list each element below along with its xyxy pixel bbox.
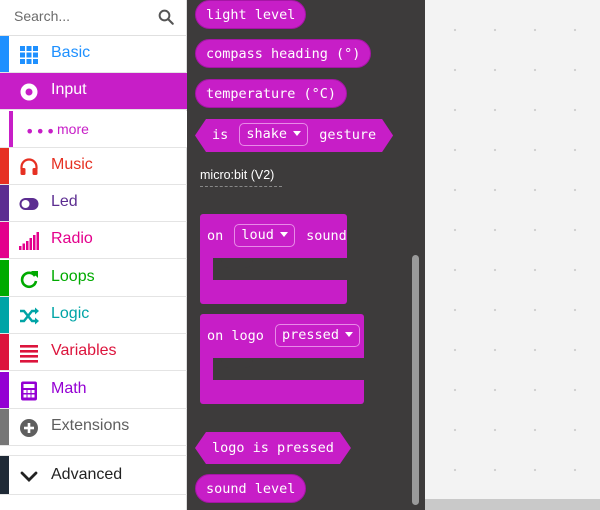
category-input[interactable]: Input bbox=[0, 73, 187, 110]
category-advanced[interactable]: Advanced bbox=[0, 455, 187, 495]
plus-circle-icon bbox=[20, 419, 38, 437]
category-stripe bbox=[9, 111, 13, 147]
category-label: Loops bbox=[51, 268, 95, 285]
caret-down-icon bbox=[344, 332, 353, 337]
caret-down-icon bbox=[279, 232, 288, 237]
workspace-horizontal-scrollbar[interactable] bbox=[425, 499, 600, 510]
category-stripe bbox=[0, 456, 9, 494]
list-icon bbox=[20, 345, 38, 363]
category-label: more bbox=[57, 121, 89, 137]
block-text: on bbox=[207, 228, 224, 244]
grid-icon bbox=[20, 46, 38, 64]
block-header: on loud sound bbox=[200, 214, 347, 258]
calculator-icon bbox=[21, 381, 37, 401]
chevron-down-icon bbox=[20, 471, 38, 482]
block-text: temperature (°C) bbox=[206, 86, 337, 102]
dropdown-value: pressed bbox=[282, 326, 339, 343]
headphones-icon bbox=[20, 158, 38, 175]
category-label: Advanced bbox=[51, 466, 123, 483]
search-input[interactable]: Search... bbox=[14, 8, 70, 24]
category-label: Basic bbox=[51, 44, 91, 61]
search-icon[interactable] bbox=[157, 8, 175, 26]
category-extensions[interactable]: Extensions bbox=[0, 409, 187, 446]
category-stripe bbox=[0, 409, 9, 445]
refresh-icon bbox=[20, 271, 38, 289]
category-stripe bbox=[0, 297, 9, 333]
block-text: sound bbox=[306, 228, 347, 244]
logo-dropdown[interactable]: pressed bbox=[275, 323, 360, 347]
toolbox-sidebar: Search... Basic Input ••• more Music Led… bbox=[0, 0, 187, 510]
workspace-canvas[interactable] bbox=[425, 0, 600, 510]
block-notch bbox=[221, 258, 253, 268]
block-footer bbox=[200, 280, 347, 304]
is-gesture-block[interactable]: is shake gesture bbox=[195, 119, 393, 152]
category-stripe bbox=[0, 372, 9, 408]
block-text: is bbox=[212, 127, 229, 143]
category-label: Extensions bbox=[51, 417, 130, 434]
section-label-microbit-v2: micro:bit (V2) bbox=[200, 168, 282, 187]
radio-button-icon bbox=[20, 83, 38, 101]
category-variables[interactable]: Variables bbox=[0, 334, 187, 371]
category-label: Input bbox=[51, 81, 87, 98]
category-label: Music bbox=[51, 156, 93, 173]
gesture-dropdown[interactable]: shake bbox=[239, 123, 308, 146]
category-music[interactable]: Music bbox=[0, 148, 187, 185]
category-label: Led bbox=[51, 193, 78, 210]
caret-down-icon bbox=[293, 131, 301, 136]
block-spine bbox=[200, 358, 213, 380]
category-stripe bbox=[0, 148, 9, 184]
block-text: on logo bbox=[207, 328, 264, 344]
category-led[interactable]: Led bbox=[0, 185, 187, 222]
category-label: Variables bbox=[51, 342, 117, 359]
logo-is-pressed-block[interactable]: logo is pressed bbox=[195, 432, 351, 464]
block-header: on logo pressed bbox=[200, 314, 364, 358]
category-stripe bbox=[0, 36, 9, 72]
category-label: Math bbox=[51, 380, 87, 397]
dropdown-value: loud bbox=[241, 226, 274, 243]
category-label: Logic bbox=[51, 305, 90, 322]
block-text: light level bbox=[206, 7, 296, 23]
temperature-block[interactable]: temperature (°C) bbox=[195, 79, 348, 108]
toggle-icon bbox=[19, 198, 39, 210]
flyout-scrollbar[interactable] bbox=[412, 255, 419, 505]
block-text: logo is pressed bbox=[212, 440, 334, 456]
dropdown-value: shake bbox=[246, 125, 288, 142]
category-input-more[interactable]: ••• more bbox=[0, 111, 187, 148]
search-box[interactable]: Search... bbox=[0, 0, 187, 36]
block-text: compass heading (°) bbox=[206, 46, 361, 62]
category-loops[interactable]: Loops bbox=[0, 260, 187, 297]
category-radio[interactable]: Radio bbox=[0, 222, 187, 259]
block-spine bbox=[200, 258, 213, 280]
sound-level-block[interactable]: sound level bbox=[195, 474, 307, 503]
category-basic[interactable]: Basic bbox=[0, 36, 187, 73]
light-level-block[interactable]: light level bbox=[195, 0, 307, 29]
shuffle-icon bbox=[20, 307, 39, 325]
category-label: Radio bbox=[51, 230, 93, 247]
signal-bars-icon bbox=[19, 232, 39, 250]
block-text: sound level bbox=[206, 481, 296, 497]
category-logic[interactable]: Logic bbox=[0, 297, 187, 334]
sound-dropdown[interactable]: loud bbox=[234, 223, 295, 247]
category-stripe bbox=[0, 185, 9, 221]
category-stripe bbox=[0, 222, 9, 258]
more-dots-icon: ••• bbox=[25, 122, 57, 141]
category-stripe bbox=[0, 73, 9, 109]
block-footer bbox=[200, 380, 364, 404]
compass-heading-block[interactable]: compass heading (°) bbox=[195, 39, 372, 68]
category-stripe bbox=[0, 260, 9, 296]
block-notch bbox=[221, 358, 253, 368]
category-math[interactable]: Math bbox=[0, 372, 187, 409]
on-sound-event-block[interactable]: on loud sound bbox=[200, 214, 347, 304]
category-stripe bbox=[0, 334, 9, 370]
block-text: gesture bbox=[319, 127, 377, 143]
on-logo-event-block[interactable]: on logo pressed bbox=[200, 314, 364, 404]
